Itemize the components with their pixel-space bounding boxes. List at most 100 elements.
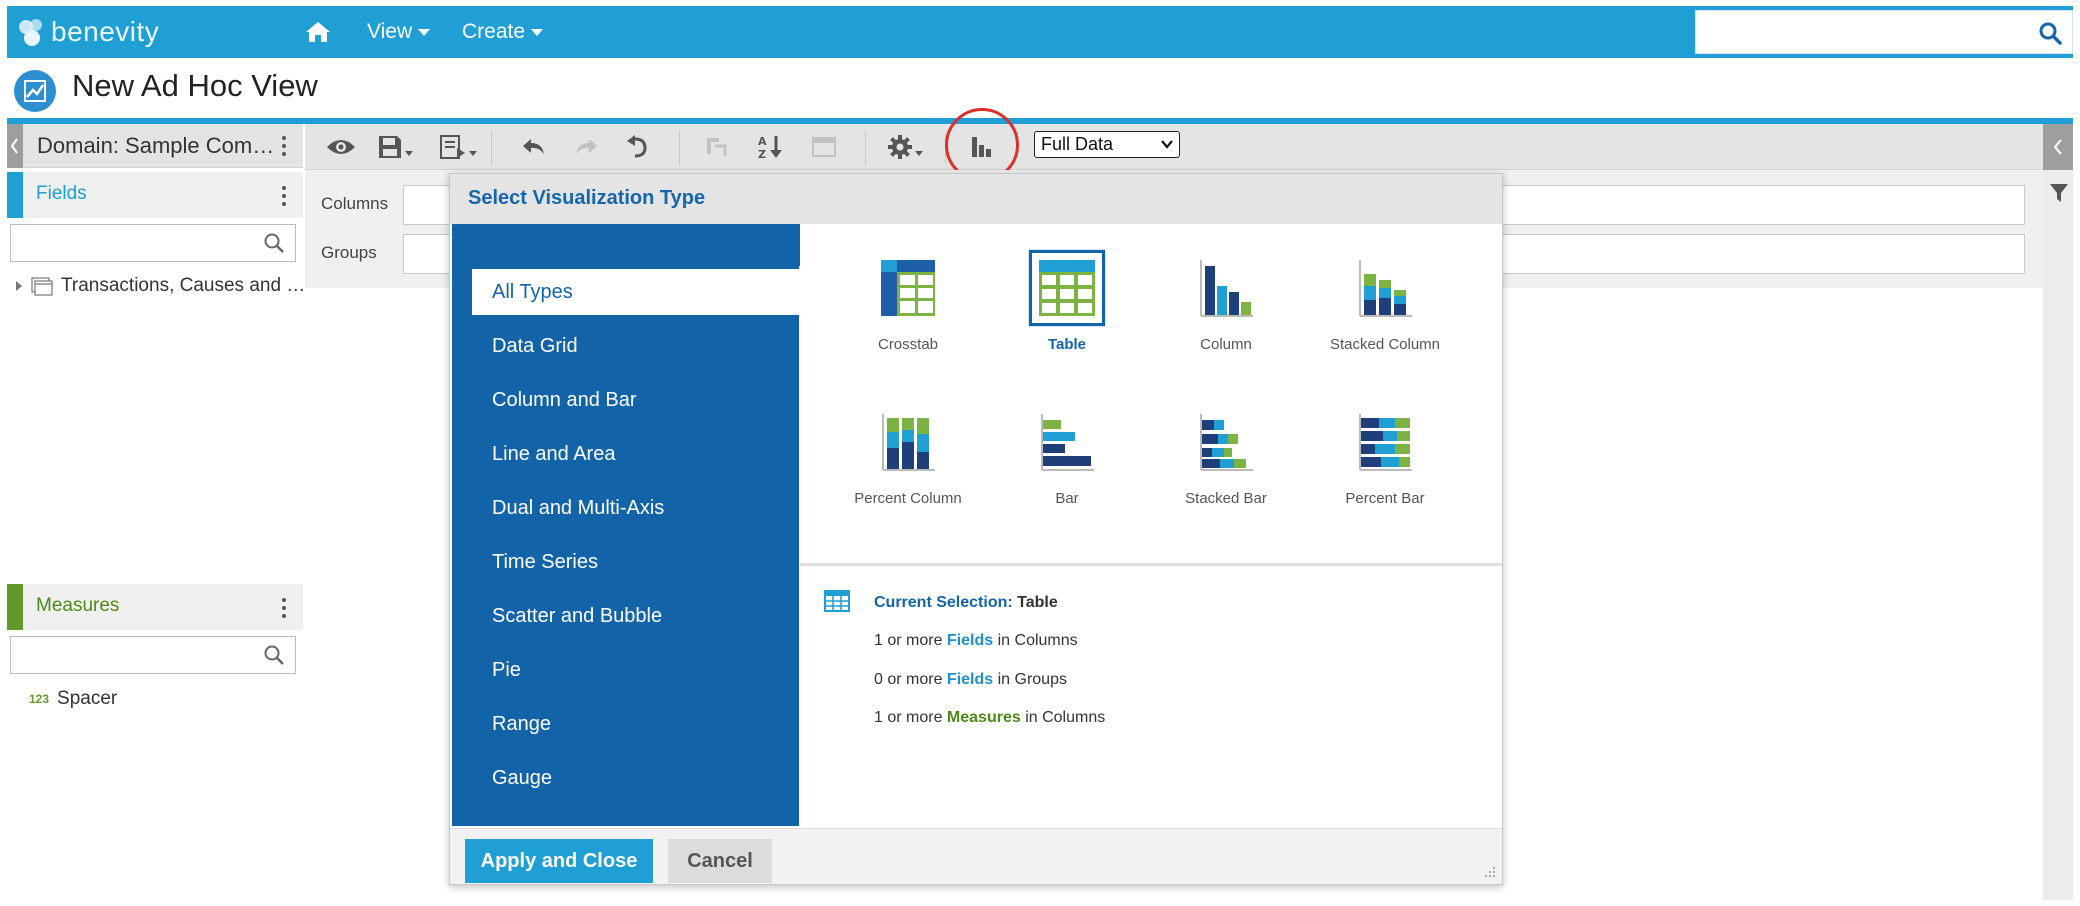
viz-stacked-bar-label: Stacked Bar (1185, 490, 1267, 507)
requirement-line: 1 or more Measures in Columns (874, 709, 1105, 727)
requirement-kind: Fields (946, 632, 994, 649)
requirement-line: 1 or more Fields in Columns (874, 632, 1078, 650)
type-all-types[interactable]: All Types (472, 269, 799, 315)
undo-button[interactable] (521, 132, 547, 162)
bar-chart-icon (1029, 404, 1105, 480)
viz-bar-label: Bar (1055, 490, 1079, 507)
measures-label: Measures (36, 595, 120, 616)
viz-crosstab-label: Crosstab (877, 336, 939, 353)
display-options-button[interactable] (811, 132, 837, 162)
groups-label: Groups (321, 243, 377, 262)
preview-button[interactable] (325, 132, 357, 162)
measure-item[interactable]: 123 Spacer (29, 688, 117, 710)
page-title: New Ad Hoc View (72, 68, 318, 103)
undo-all-button[interactable] (623, 132, 649, 162)
columns-label: Columns (321, 194, 389, 213)
filters-strip (2043, 170, 2073, 900)
type-line-and-area[interactable]: Line and Area (472, 431, 799, 477)
data-mode-select[interactable]: Full Data (1034, 131, 1180, 158)
brand-name: benevity (51, 16, 160, 47)
expand-arrow-icon[interactable] (13, 279, 25, 293)
domain-label[interactable]: Domain: Sample Com… (37, 133, 274, 159)
table-icon (1029, 250, 1105, 326)
requirement-prefix: 0 or more (874, 671, 943, 688)
type-pie[interactable]: Pie (472, 647, 799, 693)
requirement-suffix: in Columns (997, 632, 1078, 649)
fields-search-input[interactable] (10, 224, 296, 262)
fields-header: Fields (7, 172, 303, 218)
measures-search-input[interactable] (10, 636, 296, 674)
nav-view-label: View (367, 20, 413, 43)
viz-column[interactable]: Column (1146, 250, 1306, 353)
window-icon (812, 137, 836, 157)
adhoc-view-icon (14, 70, 56, 112)
cancel-button[interactable]: Cancel (668, 839, 772, 883)
viz-percent-bar[interactable]: Percent Bar (1305, 404, 1465, 507)
type-data-grid[interactable]: Data Grid (472, 323, 799, 369)
svg-text:A: A (758, 135, 767, 148)
sort-icon: A Z (758, 135, 782, 160)
search-icon[interactable] (263, 644, 285, 666)
type-time-series[interactable]: Time Series (472, 539, 799, 585)
export-button[interactable] (439, 132, 477, 162)
measures-accent-bar (7, 584, 23, 630)
measures-menu-icon[interactable] (281, 598, 287, 622)
left-panel: Domain: Sample Com… Fields Transactions,… (7, 124, 305, 900)
save-icon (379, 136, 401, 158)
visualization-type-list: All Types Data Grid Column and Bar Line … (452, 224, 817, 826)
viz-column-label: Column (1200, 336, 1252, 353)
viz-crosstab[interactable]: Crosstab (828, 250, 988, 353)
viz-percent-column[interactable]: Percent Column (828, 404, 988, 507)
fields-tree-item[interactable]: Transactions, Causes and … (13, 275, 305, 297)
save-button[interactable] (377, 132, 413, 162)
current-selection-label: Current Selection: (874, 594, 1013, 611)
resize-grip-icon[interactable] (1482, 864, 1496, 878)
requirement-line: 0 or more Fields in Groups (874, 671, 1067, 689)
nav-create-menu[interactable]: Create (462, 6, 544, 58)
apply-and-close-button[interactable]: Apply and Close (465, 839, 653, 883)
stacked-column-icon (1347, 250, 1423, 326)
type-gauge[interactable]: Gauge (472, 755, 799, 801)
type-scatter-and-bubble[interactable]: Scatter and Bubble (472, 593, 799, 639)
viz-bar[interactable]: Bar (987, 404, 1147, 507)
measures-header: Measures (7, 584, 303, 630)
undo-all-icon (627, 135, 647, 158)
toolbar-separator (491, 132, 492, 164)
type-dual-and-multi-axis[interactable]: Dual and Multi-Axis (472, 485, 799, 531)
dialog-header[interactable]: Select Visualization Type (450, 174, 1502, 224)
home-button[interactable] (305, 6, 331, 58)
column-chart-icon (1188, 250, 1264, 326)
viz-percent-column-label: Percent Column (854, 490, 962, 507)
type-column-and-bar[interactable]: Column and Bar (472, 377, 799, 423)
collapse-right-panel-button[interactable] (2043, 124, 2073, 170)
viz-stacked-column[interactable]: Stacked Column (1305, 250, 1465, 353)
type-range[interactable]: Range (472, 701, 799, 747)
table-folder-icon (31, 277, 53, 296)
table-icon (824, 590, 850, 612)
tree-item-label: Transactions, Causes and … (61, 275, 306, 296)
fields-accent-bar (7, 172, 23, 218)
gear-icon (888, 135, 912, 159)
nav-view-menu[interactable]: View (367, 6, 431, 58)
chevron-left-icon (10, 138, 18, 154)
search-icon[interactable] (263, 232, 285, 254)
eye-icon (327, 140, 355, 154)
pivot-icon (707, 138, 727, 156)
redo-button[interactable] (573, 132, 599, 162)
fields-menu-icon[interactable] (281, 186, 287, 210)
switch-axes-button[interactable] (703, 132, 729, 162)
nav-create-label: Create (462, 20, 526, 43)
dialog-footer: Apply and Close Cancel (450, 828, 1502, 884)
viz-stacked-bar[interactable]: Stacked Bar (1146, 404, 1306, 507)
brand-logo[interactable]: benevity (17, 12, 159, 52)
search-icon[interactable] (2038, 21, 2062, 45)
viz-table[interactable]: Table (987, 250, 1147, 353)
settings-button[interactable] (887, 132, 923, 162)
domain-menu-icon[interactable] (281, 136, 287, 160)
global-search-input[interactable] (1695, 10, 2073, 54)
sort-button[interactable]: A Z (757, 132, 785, 162)
fields-label: Fields (36, 183, 87, 204)
collapse-left-panel-button[interactable] (7, 124, 23, 168)
filter-icon[interactable] (2049, 182, 2069, 204)
visualization-dialog: Select Visualization Type All Types Data… (449, 173, 1503, 885)
